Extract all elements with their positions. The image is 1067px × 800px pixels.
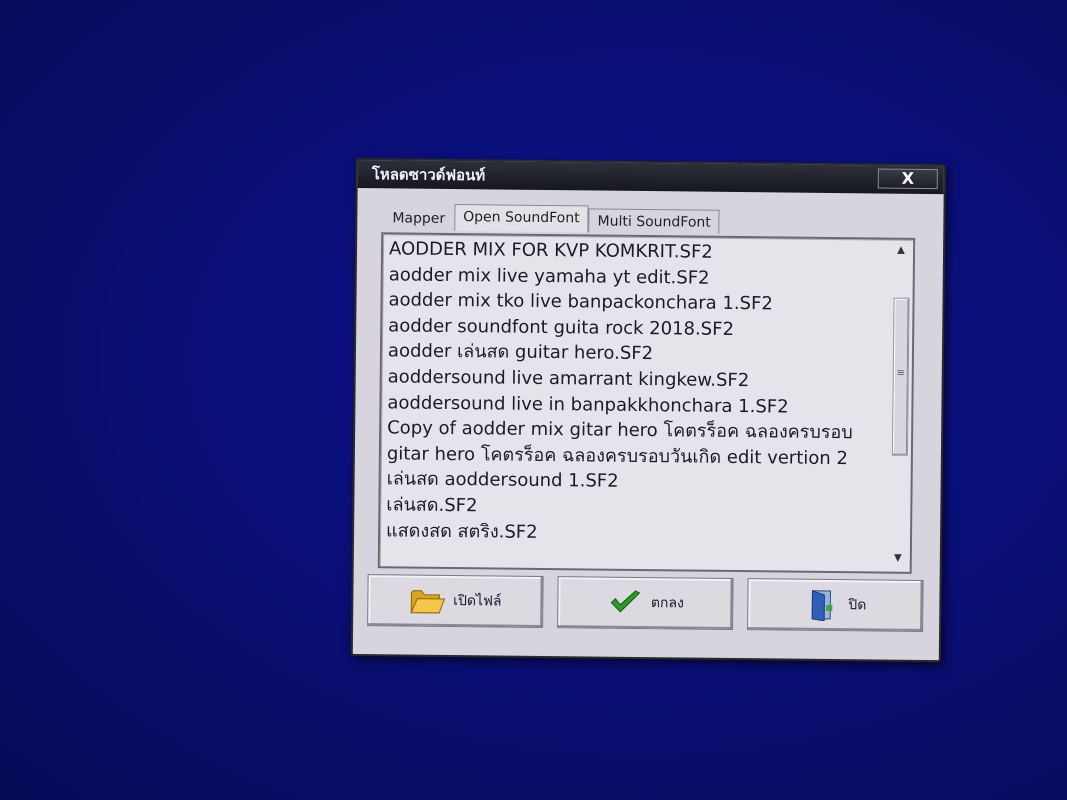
file-list-items: AODDER MIX FOR KVP KOMKRIT.SF2 aodder mi… xyxy=(386,236,885,548)
checkmark-icon xyxy=(610,590,640,613)
open-file-label: เปิดไฟล์ xyxy=(453,593,502,610)
close-label: ปิด xyxy=(848,597,867,614)
tab-strip: Mapper Open SoundFont Multi SoundFont xyxy=(383,204,720,234)
open-file-button[interactable]: เปิดไฟล์ xyxy=(367,574,544,628)
title-bar: โหลดซาวด์ฟอนท์ X xyxy=(357,160,944,195)
load-soundfont-dialog: โหลดซาวด์ฟอนท์ X Mapper Open SoundFont M… xyxy=(350,158,946,663)
list-item[interactable]: แสดงสด สตริง.SF2 xyxy=(386,518,882,549)
scroll-up-arrow-icon[interactable]: ▲ xyxy=(891,242,911,260)
dialog-title: โหลดซาวด์ฟอนท์ xyxy=(371,165,486,185)
exit-door-icon xyxy=(811,590,833,622)
close-button[interactable]: ปิด xyxy=(747,578,924,632)
grip-icon: ≡ xyxy=(896,367,906,379)
button-row: เปิดไฟล์ ตกลง ปิด xyxy=(367,574,924,636)
soundfont-file-list[interactable]: AODDER MIX FOR KVP KOMKRIT.SF2 aodder mi… xyxy=(377,232,916,574)
folder-icon xyxy=(410,590,445,614)
scroll-thumb[interactable]: ≡ xyxy=(891,297,910,456)
ok-button[interactable]: ตกลง xyxy=(557,576,734,630)
scroll-down-arrow-icon[interactable]: ▼ xyxy=(888,550,908,568)
close-icon[interactable]: X xyxy=(877,168,938,190)
ok-label: ตกลง xyxy=(650,595,684,612)
tab-open-soundfont[interactable]: Open SoundFont xyxy=(454,204,589,233)
vertical-scrollbar[interactable]: ▲ ≡ ▼ xyxy=(887,241,912,568)
tab-multi-soundfont[interactable]: Multi SoundFont xyxy=(588,208,720,234)
tab-mapper[interactable]: Mapper xyxy=(383,205,454,231)
